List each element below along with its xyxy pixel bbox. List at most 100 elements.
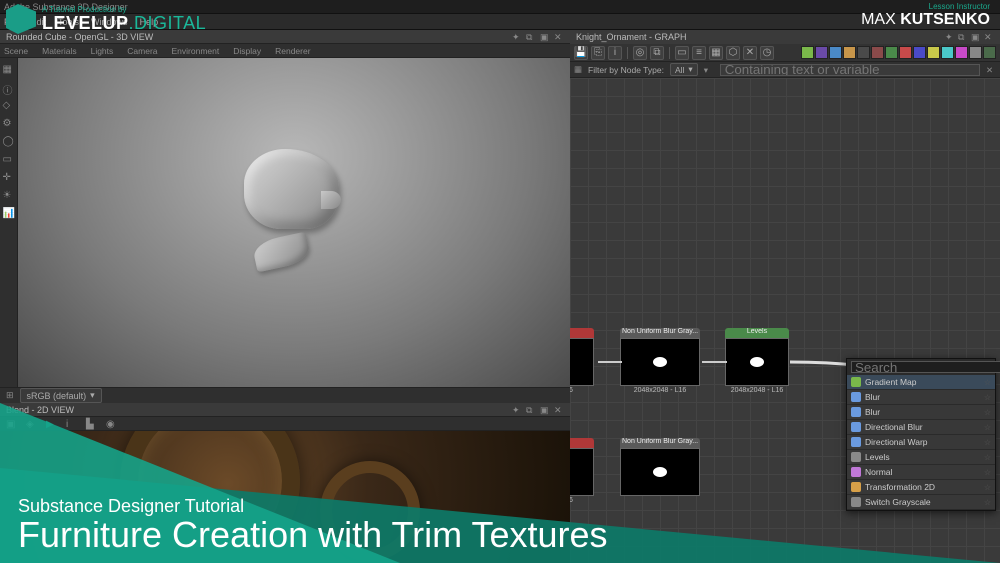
favorite-star-icon[interactable]: ☆ [984, 423, 991, 432]
favorite-star-icon[interactable]: ☆ [984, 438, 991, 447]
align-icon[interactable]: ≡ [692, 46, 706, 60]
axis-icon[interactable]: ✛ [3, 172, 15, 184]
node-shape-fill[interactable]: e Fill 8 - L16 [570, 328, 594, 394]
favorite-star-icon[interactable]: ☆ [984, 453, 991, 462]
palette-swatch[interactable] [913, 46, 926, 59]
view2d-toolbar[interactable]: ▣ ◈ ▶ i ▙ ◉ [0, 417, 570, 431]
view3d-tabs[interactable]: Scene Materials Lights Camera Environmen… [0, 44, 570, 58]
info-icon[interactable]: ⓘ [3, 82, 15, 94]
favorite-star-icon[interactable]: ☆ [984, 483, 991, 492]
search-result-item[interactable]: Gradient Map☆ [847, 375, 995, 390]
node-nonuniform-blur-2[interactable]: Non Uniform Blur Gray... [620, 438, 700, 497]
graph-toolbar[interactable]: 💾 ⎘ i ◎ ⧉ ▭ ≡ ▦ ⬡ ✕ ◷ [570, 44, 1000, 62]
search-result-item[interactable]: Levels☆ [847, 450, 995, 465]
info-icon[interactable]: i [608, 46, 622, 60]
palette-swatch[interactable] [829, 46, 842, 59]
palette-swatch[interactable] [815, 46, 828, 59]
colorspace-select[interactable]: sRGB (default)▾ [20, 388, 102, 403]
hex-icon[interactable]: ⬡ [726, 46, 740, 60]
plane-icon[interactable]: ▭ [3, 154, 15, 166]
palette-swatch[interactable] [885, 46, 898, 59]
target-icon[interactable]: ◎ [633, 46, 647, 60]
histogram-icon[interactable]: ▙ [86, 419, 96, 429]
close-icon[interactable]: ✕ [984, 32, 994, 42]
delete-icon[interactable]: ✕ [743, 46, 757, 60]
graph-filter-bar[interactable]: ▦ Filter by Node Type: All ▾ ▾ ✕ [570, 62, 1000, 78]
tab-camera[interactable]: Camera [127, 46, 157, 56]
search-result-item[interactable]: Blur☆ [847, 405, 995, 420]
favorite-star-icon[interactable]: ☆ [984, 498, 991, 507]
tab-scene[interactable]: Scene [4, 46, 28, 56]
search-result-item[interactable]: Directional Warp☆ [847, 435, 995, 450]
cube-icon[interactable]: ◇ [3, 100, 15, 112]
close-icon[interactable]: ✕ [554, 405, 564, 415]
save-icon[interactable]: 💾 [574, 46, 588, 60]
chevron-down-icon[interactable]: ▾ [704, 65, 714, 75]
graph-color-palette[interactable] [801, 46, 996, 59]
grid-icon[interactable]: ▦ [709, 46, 723, 60]
info-icon[interactable]: i [66, 419, 76, 429]
clear-icon[interactable]: ✕ [986, 65, 996, 75]
node-shape-fill-2[interactable]: e Fill 8 - L16 [570, 438, 594, 504]
view2d-header[interactable]: Blend - 2D VIEW ✦ ⧉ ▣ ✕ [0, 403, 570, 417]
tab-renderer[interactable]: Renderer [275, 46, 310, 56]
pin-icon[interactable]: ✦ [512, 405, 522, 415]
link-icon[interactable]: ⧉ [650, 46, 664, 60]
play-icon[interactable]: ▶ [46, 419, 56, 429]
crop-icon[interactable]: ▣ [6, 419, 16, 429]
rgb-icon[interactable]: ◉ [106, 419, 116, 429]
clock-icon[interactable]: ◷ [760, 46, 774, 60]
search-result-item[interactable]: Switch Grayscale☆ [847, 495, 995, 510]
maximize-icon[interactable]: ▣ [540, 405, 550, 415]
channel-icon[interactable]: ◈ [26, 419, 36, 429]
tab-environment[interactable]: Environment [172, 46, 220, 56]
tab-display[interactable]: Display [233, 46, 261, 56]
graph-canvas[interactable]: e Fill 8 - L16 Non Uniform Blur Gray... … [570, 78, 1000, 563]
palette-swatch[interactable] [871, 46, 884, 59]
favorite-star-icon[interactable]: ☆ [984, 408, 991, 417]
palette-swatch[interactable] [801, 46, 814, 59]
undock-icon[interactable]: ⧉ [526, 405, 536, 415]
pin-icon[interactable]: ✦ [945, 32, 955, 42]
favorite-star-icon[interactable]: ☆ [984, 378, 991, 387]
view3d-viewport[interactable] [18, 58, 570, 387]
palette-swatch[interactable] [983, 46, 996, 59]
copy-icon[interactable]: ⎘ [591, 46, 605, 60]
favorite-star-icon[interactable]: ☆ [984, 393, 991, 402]
frame-icon[interactable]: ▭ [675, 46, 689, 60]
tab-materials[interactable]: Materials [42, 46, 76, 56]
search-result-item[interactable]: Transformation 2D☆ [847, 480, 995, 495]
tab-lights[interactable]: Lights [91, 46, 114, 56]
undock-icon[interactable]: ⧉ [958, 32, 968, 42]
sphere-icon[interactable]: ◯ [3, 136, 15, 148]
node-search-popup[interactable]: ▭ ★ Gradient Map☆Blur☆Blur☆Directional B… [846, 358, 996, 511]
grid-icon[interactable]: ▦ [3, 64, 15, 76]
palette-swatch[interactable] [969, 46, 982, 59]
palette-swatch[interactable] [843, 46, 856, 59]
node-levels[interactable]: Levels 2048x2048 - L16 [725, 328, 789, 394]
favorite-star-icon[interactable]: ☆ [984, 468, 991, 477]
palette-swatch[interactable] [857, 46, 870, 59]
light-icon[interactable]: ☀ [3, 190, 15, 202]
maximize-icon[interactable]: ▣ [971, 32, 981, 42]
view3d-tool-strip[interactable]: ▦ ⓘ ◇ ⚙ ◯ ▭ ✛ ☀ 📊 [0, 58, 18, 387]
filter-search-input[interactable] [720, 64, 980, 76]
search-result-item[interactable]: Directional Blur☆ [847, 420, 995, 435]
gear-icon[interactable]: ⚙ [3, 118, 15, 130]
close-icon[interactable]: ✕ [554, 32, 564, 42]
graph-icon[interactable]: 📊 [3, 208, 15, 220]
graph-header[interactable]: Knight_Ornament - GRAPH ✦ ⧉ ▣ ✕ [570, 30, 1000, 44]
node-search-input[interactable] [851, 361, 1000, 373]
search-result-item[interactable]: Blur☆ [847, 390, 995, 405]
palette-swatch[interactable] [955, 46, 968, 59]
palette-swatch[interactable] [899, 46, 912, 59]
search-result-item[interactable]: Normal☆ [847, 465, 995, 480]
palette-swatch[interactable] [941, 46, 954, 59]
node-nonuniform-blur[interactable]: Non Uniform Blur Gray... 2048x2048 - L16 [620, 328, 700, 394]
palette-swatch[interactable] [927, 46, 940, 59]
node-search-list[interactable]: Gradient Map☆Blur☆Blur☆Directional Blur☆… [847, 375, 995, 510]
maximize-icon[interactable]: ▣ [540, 32, 550, 42]
pin-icon[interactable]: ✦ [512, 32, 522, 42]
undock-icon[interactable]: ⧉ [526, 32, 536, 42]
filter-type-select[interactable]: All ▾ [670, 63, 698, 76]
